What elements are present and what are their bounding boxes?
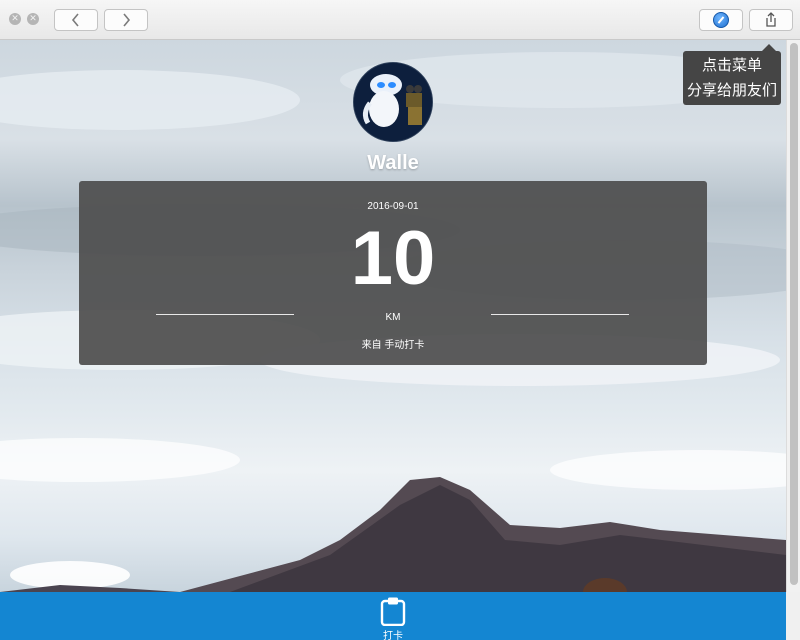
record-date: 2016-09-01 <box>367 201 419 212</box>
share-hint-tooltip: 点击菜单 分享给朋友们 <box>683 44 781 105</box>
share-icon <box>766 12 776 27</box>
distance-value: 10 <box>350 216 436 301</box>
chevron-left-icon <box>71 13 79 27</box>
back-button[interactable] <box>54 9 98 31</box>
robot-avatar-image <box>354 63 432 141</box>
open-in-browser-button[interactable] <box>699 9 743 31</box>
chevron-right-icon <box>123 13 131 27</box>
tab-punch-label: 打卡 <box>383 631 403 640</box>
clipboard-icon <box>380 597 406 626</box>
scrollbar[interactable] <box>786 40 800 592</box>
compass-icon <box>713 12 729 28</box>
forward-button[interactable] <box>104 9 148 31</box>
close-window-button[interactable]: ✕ <box>9 13 21 25</box>
share-button[interactable] <box>749 9 793 31</box>
divider-right <box>491 314 629 315</box>
browser-toolbar: ✕ ✕ <box>0 0 800 40</box>
tab-punch[interactable]: 打卡 <box>363 594 423 640</box>
record-source: 来自 手动打卡 <box>361 340 425 351</box>
tooltip-line-2: 分享给朋友们 <box>686 82 777 99</box>
web-content: Walle 2016-09-01 10 KM 来自 手动打卡 <box>0 40 786 592</box>
scrollbar-thumb[interactable] <box>790 43 798 585</box>
bottom-tab-bar: 打卡 <box>0 592 786 640</box>
minimize-window-button[interactable]: ✕ <box>27 13 39 25</box>
punch-record-card: 2016-09-01 10 KM 来自 手动打卡 <box>79 181 707 365</box>
username: Walle <box>367 152 419 174</box>
avatar[interactable] <box>353 62 433 142</box>
tooltip-line-1: 点击菜单 <box>701 57 762 74</box>
